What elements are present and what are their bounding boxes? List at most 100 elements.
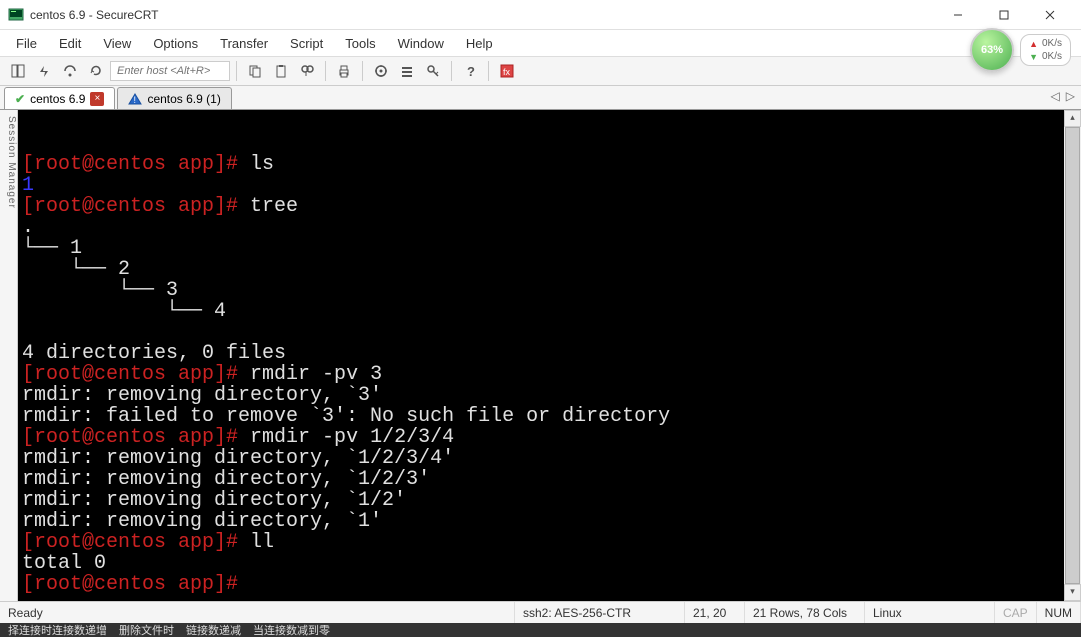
terminal-line: rmdir: failed to remove `3': No such fil… [22,406,1077,427]
speed-up: 0K/s [1042,38,1062,49]
statusbar: Ready ssh2: AES-256-CTR 21, 20 21 Rows, … [0,601,1081,623]
session-manager-sidebar[interactable]: Session Manager [0,110,18,601]
terminal-line: [root@centos app]# ls [22,154,1077,175]
main-area: Session Manager [root@centos app]# ls1[r… [0,110,1081,601]
host-input[interactable] [110,61,230,81]
terminal-line: . [22,217,1077,238]
svg-text:!: ! [134,95,137,105]
toolbar: ? fx [0,56,1081,86]
status-num: NUM [1037,602,1081,623]
terminal-line [22,322,1077,343]
separator [325,61,326,81]
terminal-line: └── 1 [22,238,1077,259]
app-icon [8,7,24,23]
tab-centos69-1[interactable]: ! centos 6.9 (1) [117,87,231,109]
speed-widget: 63% ▲ 0K/s ▼ 0K/s [970,28,1071,72]
arrow-down-icon: ▼ [1029,52,1038,62]
tab-nav: ◁ ▷ [1051,89,1075,103]
scroll-up-icon[interactable]: ▴ [1064,110,1081,127]
menu-transfer[interactable]: Transfer [210,32,278,55]
menu-script[interactable]: Script [280,32,333,55]
tab-next-icon[interactable]: ▷ [1066,89,1075,103]
menu-edit[interactable]: Edit [49,32,91,55]
bottom-text: 当连接数减到零 [253,623,330,637]
terminal-line: [root@centos app]# tree [22,196,1077,217]
scroll-track[interactable] [1064,127,1081,584]
menubar: File Edit View Options Transfer Script T… [0,30,1081,56]
arrow-up-icon: ▲ [1029,39,1038,49]
svg-text:?: ? [467,64,475,78]
close-button[interactable] [1027,0,1073,30]
minimize-button[interactable] [935,0,981,30]
terminal-line: └── 4 [22,301,1077,322]
terminal-line: 4 directories, 0 files [22,343,1077,364]
copy-icon[interactable] [243,59,267,83]
scroll-down-icon[interactable]: ▾ [1064,584,1081,601]
session-manager-icon[interactable] [6,59,30,83]
connect-bar-icon[interactable] [58,59,82,83]
window-controls [935,0,1073,30]
find-icon[interactable] [295,59,319,83]
status-ready: Ready [0,602,515,623]
maximize-button[interactable] [981,0,1027,30]
terminal-line: rmdir: removing directory, `1/2/3' [22,469,1077,490]
fx-icon[interactable]: fx [495,59,519,83]
speed-gauge-icon: 63% [970,28,1014,72]
warn-icon: ! [128,93,142,105]
bottom-text: 择连接时连接数递增 [8,623,107,637]
paste-icon[interactable] [269,59,293,83]
terminal-line: rmdir: removing directory, `1' [22,511,1077,532]
tabbar: ✔ centos 6.9 × ! centos 6.9 (1) ◁ ▷ [0,86,1081,110]
separator [488,61,489,81]
terminal[interactable]: [root@centos app]# ls1[root@centos app]#… [18,110,1081,601]
menu-view[interactable]: View [93,32,141,55]
scrollbar[interactable]: ▴ ▾ [1064,110,1081,601]
terminal-line: rmdir: removing directory, `3' [22,385,1077,406]
menu-options[interactable]: Options [143,32,208,55]
tab-label: centos 6.9 [30,92,85,106]
scroll-thumb[interactable] [1065,127,1080,584]
terminal-line: total 0 [22,553,1077,574]
tab-close-icon[interactable]: × [90,92,104,106]
terminal-line: 1 [22,175,1077,196]
titlebar: centos 6.9 - SecureCRT [0,0,1081,30]
terminal-line: [root@centos app]# rmdir -pv 1/2/3/4 [22,427,1077,448]
terminal-line: [root@centos app]# ll [22,532,1077,553]
status-size: 21 Rows, 78 Cols [745,602,865,623]
terminal-line: rmdir: removing directory, `1/2' [22,490,1077,511]
menu-help[interactable]: Help [456,32,503,55]
help-icon[interactable]: ? [458,59,482,83]
global-options-icon[interactable] [395,59,419,83]
check-icon: ✔ [15,92,25,106]
status-cap: CAP [995,602,1037,623]
menu-window[interactable]: Window [388,32,454,55]
properties-icon[interactable] [369,59,393,83]
key-icon[interactable] [421,59,445,83]
speed-down: 0K/s [1042,51,1062,62]
tab-prev-icon[interactable]: ◁ [1051,89,1060,103]
separator [451,61,452,81]
tab-centos69[interactable]: ✔ centos 6.9 × [4,87,115,109]
bottom-text: 删除文件时 [119,623,174,637]
status-cursor: 21, 20 [685,602,745,623]
bottom-strip: 择连接时连接数递增 删除文件时 链接数递减 当连接数减到零 [0,623,1081,637]
status-os: Linux [865,602,995,623]
print-icon[interactable] [332,59,356,83]
status-proto: ssh2: AES-256-CTR [515,602,685,623]
quick-connect-icon[interactable] [32,59,56,83]
menu-tools[interactable]: Tools [335,32,385,55]
terminal-line: └── 3 [22,280,1077,301]
svg-text:fx: fx [503,67,511,77]
separator [362,61,363,81]
tab-label: centos 6.9 (1) [147,92,220,106]
terminal-line: rmdir: removing directory, `1/2/3/4' [22,448,1077,469]
speed-readout: ▲ 0K/s ▼ 0K/s [1020,34,1071,66]
terminal-line: [root@centos app]# rmdir -pv 3 [22,364,1077,385]
terminal-line: └── 2 [22,259,1077,280]
separator [236,61,237,81]
menu-file[interactable]: File [6,32,47,55]
bottom-text: 链接数递减 [186,623,241,637]
reconnect-icon[interactable] [84,59,108,83]
terminal-line: [root@centos app]# [22,574,1077,595]
window-title: centos 6.9 - SecureCRT [30,8,935,22]
